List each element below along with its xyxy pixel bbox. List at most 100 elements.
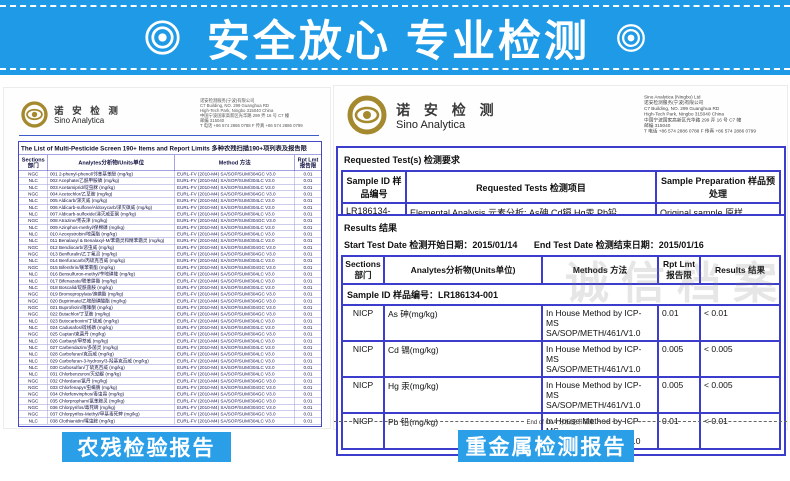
address-line: T 电话 +86 574 2886 0788 F 传真 +86 574 2886…: [200, 123, 325, 128]
cell-report-limit: 0.01: [295, 218, 321, 224]
cell-report-limit: 0.01: [295, 378, 321, 384]
col-header-results: Results 结果: [701, 257, 779, 283]
cell-result: < 0.005: [701, 378, 779, 412]
cell-method: EURL-FV (2010-M4) SA/SOP/SUM/304GC V3.0: [175, 411, 295, 417]
cell-report-limit: 0.01: [295, 391, 321, 397]
cell-report-limit: 0.01: [295, 298, 321, 304]
cell-method: EURL-FV (2010-M4) SA/SOP/SUM/304GC V3.0: [175, 264, 295, 270]
col-header-requested-tests: Requested Tests 检测项目: [407, 172, 657, 204]
pesticide-table-header: Sections 部门 Analytes分析物/Units单位 Method 方…: [19, 155, 321, 171]
cell-method: EURL-FV (2010-M4) SA/SOP/SUM/304LC V3.0: [175, 231, 295, 237]
cell-report-limit: 0.01: [295, 371, 321, 377]
cell-report-limit: 0.01: [295, 411, 321, 417]
cell-section: NGC: [19, 311, 48, 317]
cell-section: NLC: [19, 178, 48, 184]
cell-section: NLC: [19, 204, 48, 210]
table-row: NGC 012 Bendiocarb/恶虫威 (mg/kg) EURL-FV (…: [19, 244, 321, 251]
cell-method: EURL-FV (2010-M4) SA/SOP/SUM/304GC V3.0: [175, 304, 295, 310]
start-test-date: Start Test Date 检测开始日期：2015/01/14: [344, 240, 517, 250]
company-name-cn: 诺 安 检 测: [54, 103, 121, 117]
cell-method: EURL-FV (2010-M4) SA/SOP/SUM/304GC V3.0: [175, 244, 295, 250]
cell-analyte: 019 Bromopropylate/溴螨酯 (mg/kg): [48, 291, 175, 297]
header-banner: 安全放心 专业检测: [0, 0, 790, 75]
banner-title: 安全放心 专业检测: [207, 7, 590, 69]
heavy-metal-report-button[interactable]: 重金属检测报告: [458, 430, 634, 462]
cell-method: EURL-FV (2010-M4) SA/SOP/SUM/304LC V3.0: [175, 371, 295, 377]
cell-method: EURL-FV (2010-M4) SA/SOP/SUM/304GC V3.0: [175, 218, 295, 224]
cell-analyte: 010 Azoxystrobin/嘧菌酯 (mg/kg): [48, 231, 175, 237]
cell-report-limit: 0.01: [295, 364, 321, 370]
address-line: T 电话 +86 574 2886 0788 F 传真 +86 574 2886…: [644, 128, 784, 134]
bullseye-icon: [144, 19, 181, 56]
table-row: NLC 010 Azoxystrobin/嘧菌酯 (mg/kg) EURL-FV…: [19, 231, 321, 238]
cell-report-limit: 0.01: [295, 385, 321, 391]
cell-analyte: Cd 镉(mg/kg): [385, 342, 543, 376]
cell-section: NGC: [19, 405, 48, 411]
cell-method: EURL-FV (2010-M4) SA/SOP/SUM/304LC V3.0: [175, 224, 295, 230]
cell-report-limit: 0.01: [295, 191, 321, 197]
cell-section: NGC: [19, 411, 48, 417]
cell-section: NLC: [19, 338, 48, 344]
cell-section: NICP: [343, 342, 385, 376]
cell-report-limit: 0.01: [295, 338, 321, 344]
dashed-line: [597, 421, 787, 422]
cell-report-limit: 0.01: [295, 324, 321, 330]
company-address: 诺安检测服务(宁波)有限公司C7 Building, NO. 299 Guang…: [200, 98, 325, 128]
table-row: NLC 005 Aldicarb/涕灭威 (mg/kg) EURL-FV (20…: [19, 198, 321, 205]
cell-method: EURL-FV (2010-M4) SA/SOP/SUM/304LC V3.0: [175, 418, 295, 424]
cell-report-limit: 0.01: [295, 331, 321, 337]
col-header-sections: Sections 部门: [343, 257, 385, 283]
cell-report-limit: 0.01: [295, 318, 321, 324]
test-dates: Start Test Date 检测开始日期：2015/01/14 End Te…: [344, 238, 781, 251]
cell-method: EURL-FV (2010-M4) SA/SOP/SUM/304GC V3.0: [175, 331, 295, 337]
table-row: NGC 036 Chlorpyrifos/毒死蜱 (mg/kg) EURL-FV…: [19, 405, 321, 412]
cell-analyte: 013 Benfluralin/乙丁氟灵 (mg/kg): [48, 251, 175, 257]
col-header-methods: Methods 方法: [543, 257, 659, 283]
cell-report-limit: 0.01: [295, 351, 321, 357]
cell-section: NLC: [19, 258, 48, 264]
cell-section: NLC: [19, 184, 48, 190]
cell-report-limit: 0.005: [659, 342, 701, 376]
cell-report-limit: 0.01: [295, 184, 321, 190]
table-row: NLC 014 Benfuracarb/丙硫克百威 (mg/kg) EURL-F…: [19, 258, 321, 265]
cell-analyte: 002 Acephate/乙酰甲胺磷 (mg/kg): [48, 178, 175, 184]
pesticide-table-title: The List of Multi-Pesticide Screen 190+ …: [19, 142, 321, 155]
pesticide-report-button[interactable]: 农残检验报告: [62, 432, 231, 462]
cell-report-limit: 0.01: [295, 204, 321, 210]
cell-analyte: 031 Chlorbenzuron/灭幼脲 (mg/kg): [48, 371, 175, 377]
cell-analyte: 026 Carbaryl/甲萘威 (mg/kg): [48, 338, 175, 344]
table-row: NGC 025 Captan/克菌丹 (mg/kg) EURL-FV (2010…: [19, 331, 321, 338]
table-row: NLC 018 Boscalid/啶酰菌胺 (mg/kg) EURL-FV (2…: [19, 284, 321, 291]
col-header-analytes: Analytes分析物(Units单位): [385, 257, 543, 283]
table-row: NLC 023 Butocarboxim/丁硫威 (mg/kg) EURL-FV…: [19, 318, 321, 325]
cell-method: EURL-FV (2010-M4) SA/SOP/SUM/304LC V3.0: [175, 344, 295, 350]
dashed-line: [334, 421, 524, 422]
cell-section: NGC: [19, 264, 48, 270]
cell-method: EURL-FV (2010-M4) SA/SOP/SUM/304GC V3.0: [175, 391, 295, 397]
table-row: NGC 001 2-phenyl-phenol/邻苯基苯酚 (mg/kg) EU…: [19, 171, 321, 178]
cell-report-limit: 0.01: [295, 398, 321, 404]
cell-report-limit: 0.01: [295, 271, 321, 277]
cell-section: NLC: [19, 211, 48, 217]
cell-analyte: 038 Clothianidin/噻虫胺 (mg/kg): [48, 418, 175, 424]
table-row: NGC 021 Buprofezin/噻嗪酮 (mg/kg) EURL-FV (…: [19, 304, 321, 311]
results-heading: Results 结果: [344, 221, 781, 234]
cell-method: EURL-FV (2010-M4) SA/SOP/SUM/304GC V3.0: [175, 385, 295, 391]
cell-section: NLC: [19, 198, 48, 204]
cell-section: NGC: [19, 218, 48, 224]
cell-analyte: 015 Bifenthrin/联苯菊酯 (mg/kg): [48, 264, 175, 270]
cell-method: EURL-FV (2010-M4) SA/SOP/SUM/304LC V3.0: [175, 284, 295, 290]
cell-section: NLC: [19, 271, 48, 277]
table-row: NGC 013 Benfluralin/乙丁氟灵 (mg/kg) EURL-FV…: [19, 251, 321, 258]
cell-analyte: 035 Chlorpropham/氯苯胺灵 (mg/kg): [48, 398, 175, 404]
cell-section: NGC: [19, 331, 48, 337]
cell-method: EURL-FV (2010-M4) SA/SOP/SUM/304GC V3.0: [175, 251, 295, 257]
company-address: Sino Analytica (Ningbo) Ltd诺安检测服务(宁波)有限公…: [644, 94, 784, 134]
table-row: NGC 022 Butachlor/丁草胺 (mg/kg) EURL-FV (2…: [19, 311, 321, 318]
cell-analyte: 024 Cadusafos/硫线磷 (mg/kg): [48, 324, 175, 330]
cell-section: NLC: [19, 364, 48, 370]
cell-method: EURL-FV (2010-M4) SA/SOP/SUM/304LC V3.0: [175, 324, 295, 330]
cell-analyte: 012 Bendiocarb/恶虫威 (mg/kg): [48, 244, 175, 250]
cell-section: NGC: [19, 171, 48, 177]
table-row: NGC 015 Bifenthrin/联苯菊酯 (mg/kg) EURL-FV …: [19, 264, 321, 271]
